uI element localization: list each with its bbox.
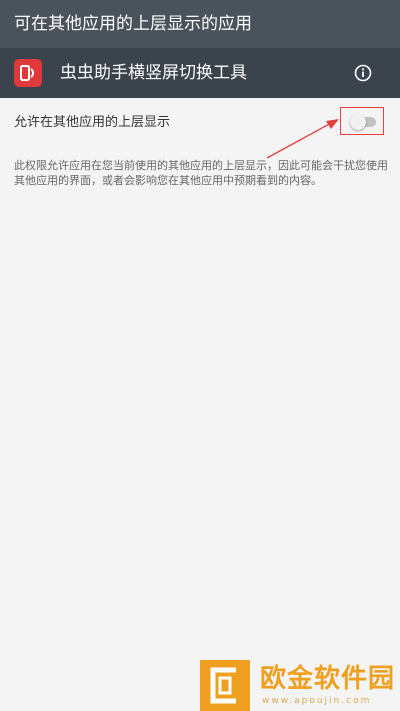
overlay-permission-label: 允许在其他应用的上层显示 xyxy=(14,115,171,130)
watermark-title: 欧金软件园 xyxy=(260,664,396,694)
watermark-logo-icon xyxy=(200,660,250,711)
watermark-url: www.apoujin.com xyxy=(262,696,372,706)
toggle-thumb xyxy=(350,114,366,130)
overlay-permission-toggle[interactable] xyxy=(350,114,376,130)
app-name: 虫虫助手横竖屏切换工具 xyxy=(60,63,247,83)
info-icon[interactable] xyxy=(353,63,373,83)
permission-description: 此权限允许应用在您当前使用的其他应用的上层显示，因此可能会干扰您使用其他应用的界… xyxy=(14,159,388,187)
app-phone-rotate-icon xyxy=(14,59,42,87)
page-title: 可在其他应用的上层显示的应用 xyxy=(14,14,252,34)
watermark: 欧金软件园 www.apoujin.com xyxy=(200,660,400,711)
app-header-row: 虫虫助手横竖屏切换工具 xyxy=(0,48,400,98)
top-app-bar: 可在其他应用的上层显示的应用 xyxy=(0,0,400,48)
annotation-arrow-icon xyxy=(266,119,339,159)
